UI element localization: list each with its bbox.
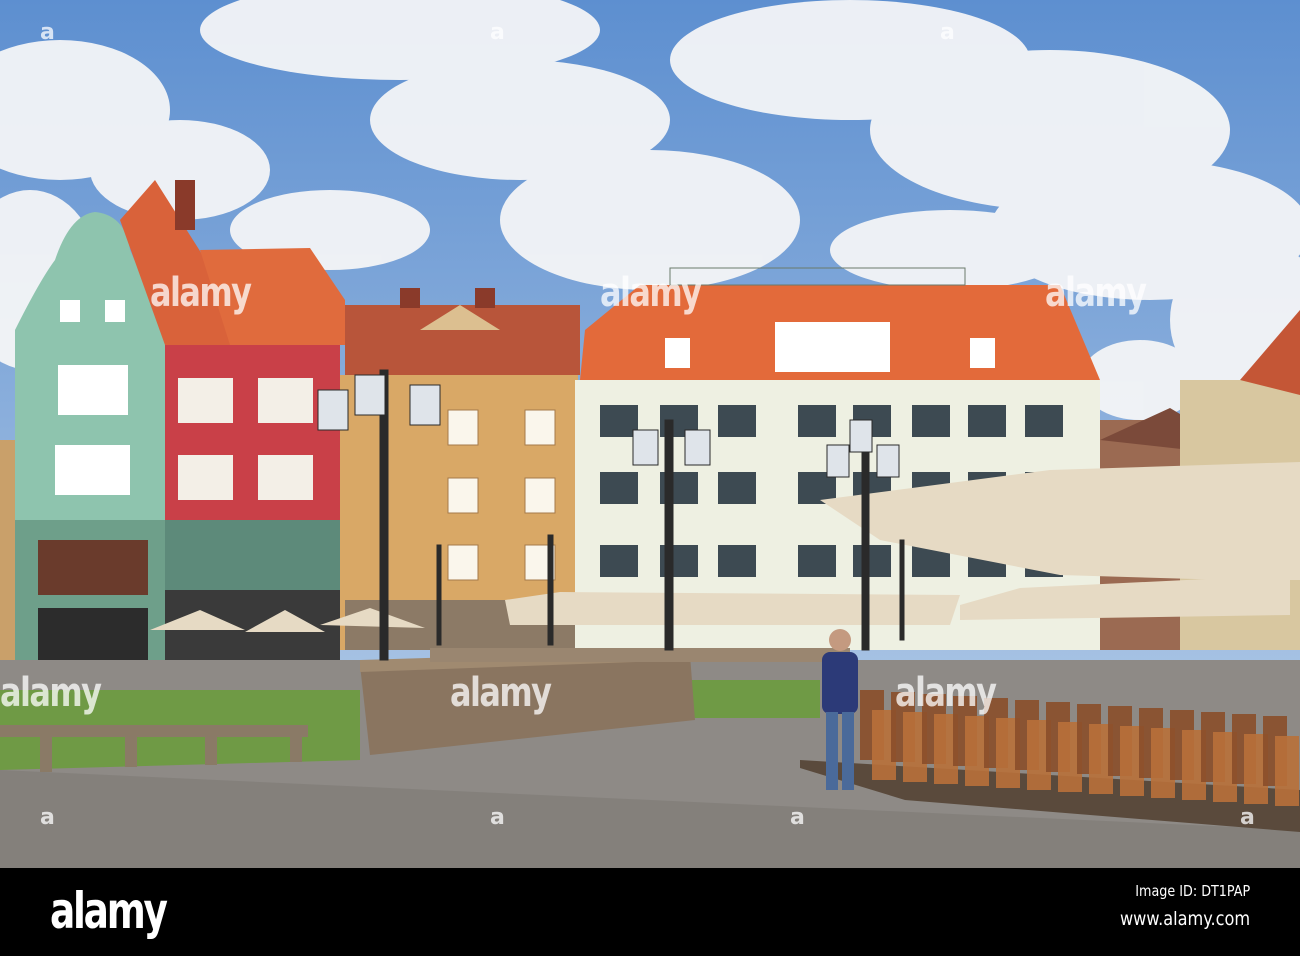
window (718, 472, 756, 504)
window (968, 405, 1006, 437)
window (853, 545, 891, 577)
watermark-mark: a (490, 20, 505, 45)
watermark-mark: a (940, 20, 955, 45)
watermark-mark: a (40, 805, 55, 830)
alamy-logo: alamy (50, 882, 168, 940)
watermark-word: alamy (150, 270, 252, 316)
site-url: www.alamy.com (1119, 908, 1250, 930)
window (718, 405, 756, 437)
watermark-word: alamy (895, 670, 997, 716)
town-square-photo (0, 0, 1300, 868)
window (798, 545, 836, 577)
chair (1275, 736, 1299, 806)
watermark-mark: a (490, 805, 505, 830)
footer-bar: alamy Image ID: DT1PAP www.alamy.com (0, 868, 1300, 956)
stock-photo: a a a a a a a alamy alamy alamy alamy al… (0, 0, 1300, 956)
watermark-word: alamy (600, 270, 702, 316)
watermark-word: alamy (450, 670, 552, 716)
watermark-mark: a (790, 805, 805, 830)
window (600, 472, 638, 504)
window (798, 405, 836, 437)
watermark-mark: a (1240, 805, 1255, 830)
watermark-mark: a (40, 20, 55, 45)
window (600, 405, 638, 437)
watermark-word: alamy (0, 670, 102, 716)
window (718, 545, 756, 577)
watermark-word: alamy (1045, 270, 1147, 316)
window (600, 545, 638, 577)
window (1025, 405, 1063, 437)
window (912, 405, 950, 437)
image-id: Image ID: DT1PAP (1135, 882, 1250, 900)
